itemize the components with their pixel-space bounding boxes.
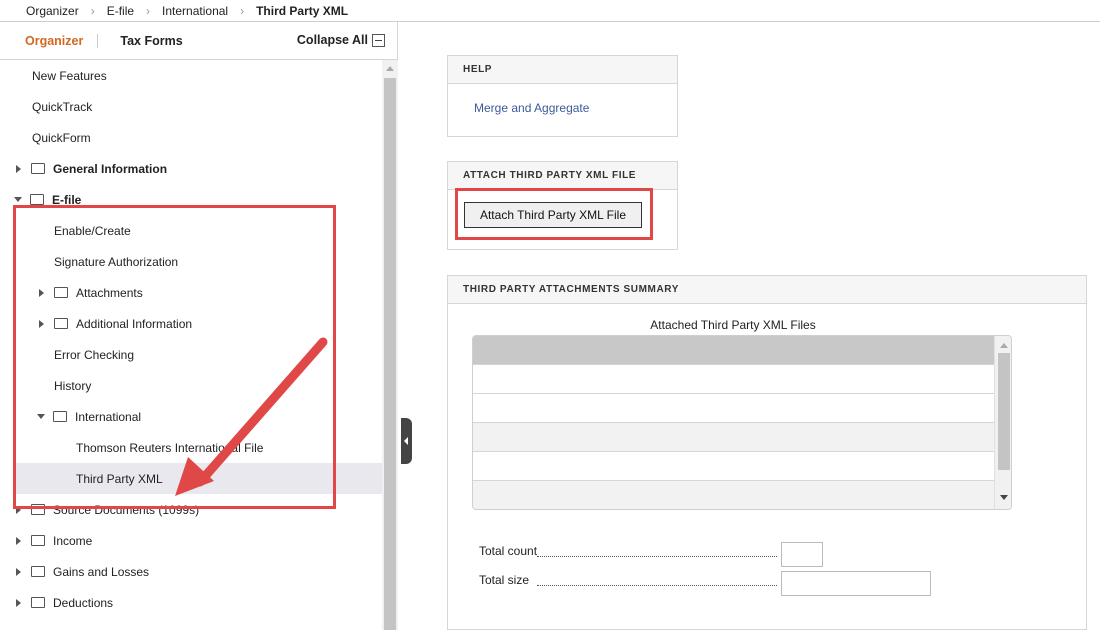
merge-and-aggregate-link[interactable]: Merge and Aggregate xyxy=(474,101,589,115)
folder-icon xyxy=(31,597,45,608)
expand-arrow-icon[interactable] xyxy=(16,536,21,545)
folder-icon xyxy=(30,194,44,205)
tree-item-quickform[interactable]: QuickForm xyxy=(32,122,91,153)
collapse-all-button[interactable]: Collapse All xyxy=(297,33,385,47)
folder-icon xyxy=(31,566,45,577)
scroll-up-arrow-icon[interactable] xyxy=(386,66,394,71)
table-row[interactable] xyxy=(473,394,994,423)
breadcrumb-separator: › xyxy=(240,3,245,18)
total-count-leader xyxy=(537,556,777,557)
attached-files-grid xyxy=(472,335,1012,510)
annotation-highlight-attach-button xyxy=(455,188,653,240)
scroll-thumb[interactable] xyxy=(384,78,396,630)
grid-scrollbar[interactable] xyxy=(994,336,1011,509)
tab-organizer[interactable]: Organizer xyxy=(25,33,99,48)
total-count-label: Total count xyxy=(479,544,538,558)
table-row[interactable] xyxy=(473,423,994,452)
scroll-thumb[interactable] xyxy=(998,353,1010,470)
attach-header: ATTACH THIRD PARTY XML FILE xyxy=(448,162,677,190)
breadcrumb-current: Third Party XML xyxy=(256,3,349,18)
scroll-up-arrow-icon[interactable] xyxy=(1000,343,1008,348)
collapse-icon xyxy=(372,33,385,47)
table-row[interactable] xyxy=(473,365,994,394)
table-row[interactable] xyxy=(473,481,994,509)
breadcrumb: Organizer › E-file › International › Thi… xyxy=(0,0,1100,22)
folder-icon xyxy=(31,535,45,546)
collapse-arrow-icon[interactable] xyxy=(14,197,22,202)
grid-title: Attached Third Party XML Files xyxy=(650,318,816,332)
breadcrumb-international[interactable]: International xyxy=(162,4,228,18)
tree-item-label: Gains and Losses xyxy=(53,564,150,579)
total-count-field[interactable] xyxy=(781,542,823,567)
breadcrumb-organizer[interactable]: Organizer xyxy=(26,4,79,18)
tree-item-label: Income xyxy=(53,533,93,548)
tree-scrollbar[interactable] xyxy=(382,60,398,630)
tree-item-label: Deductions xyxy=(53,595,114,610)
help-header: HELP xyxy=(448,56,677,84)
total-size-leader xyxy=(537,585,777,586)
table-row[interactable] xyxy=(473,452,994,481)
tree-item-label: New Features xyxy=(32,68,107,83)
tree-item-deductions[interactable]: Deductions xyxy=(16,587,113,618)
tree-item-new-features[interactable]: New Features xyxy=(32,60,107,91)
tree-item-quicktrack[interactable]: QuickTrack xyxy=(32,91,92,122)
tree-item-label: General Information xyxy=(53,161,168,176)
attachments-summary-box: THIRD PARTY ATTACHMENTS SUMMARY Attached… xyxy=(447,275,1087,630)
breadcrumb-separator: › xyxy=(90,3,95,18)
total-size-label: Total size xyxy=(479,573,530,587)
expand-arrow-icon[interactable] xyxy=(16,164,21,173)
tree-item-gains-and-losses[interactable]: Gains and Losses xyxy=(16,556,149,587)
folder-icon xyxy=(31,163,45,174)
scroll-down-arrow-icon[interactable] xyxy=(1000,495,1008,500)
expand-arrow-icon[interactable] xyxy=(16,598,21,607)
collapse-all-label: Collapse All xyxy=(296,33,368,47)
summary-header: THIRD PARTY ATTACHMENTS SUMMARY xyxy=(448,276,1086,304)
grid-header-row xyxy=(473,336,994,365)
breadcrumb-separator: › xyxy=(146,3,151,18)
tree-item-label: QuickForm xyxy=(32,130,91,145)
panel-tabs: Organizer Tax Forms Collapse All xyxy=(0,22,398,60)
tree-item-label: QuickTrack xyxy=(32,99,93,114)
total-size-field[interactable] xyxy=(781,571,931,596)
tree-item-income[interactable]: Income xyxy=(16,525,92,556)
breadcrumb-efile[interactable]: E-file xyxy=(107,4,134,18)
panel-collapse-handle[interactable] xyxy=(401,418,412,464)
tree-item-general-information[interactable]: General Information xyxy=(16,153,167,184)
help-box: HELP Merge and Aggregate xyxy=(447,55,678,137)
annotation-highlight-efile xyxy=(13,205,336,509)
tab-tax-forms[interactable]: Tax Forms xyxy=(120,34,182,48)
expand-arrow-icon[interactable] xyxy=(16,567,21,576)
